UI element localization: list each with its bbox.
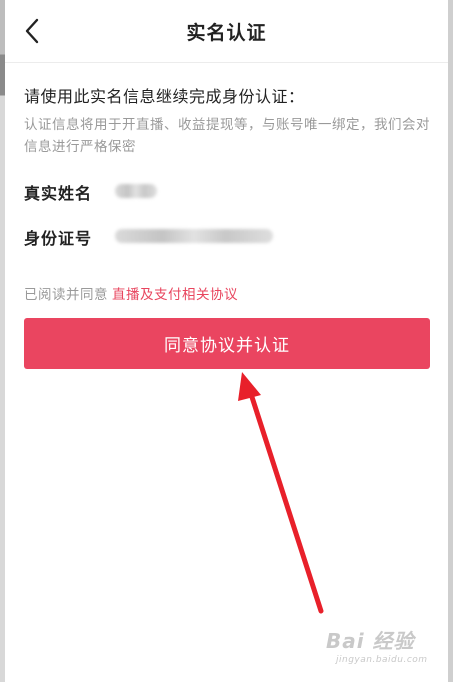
agreement-prefix: 已阅读并同意 xyxy=(24,287,108,303)
baidu-jingyan-watermark: Bai 经验 jingyan.baidu.com xyxy=(326,625,427,665)
agree-and-verify-button[interactable]: 同意协议并认证 xyxy=(24,318,430,369)
id-number-value-blurred xyxy=(115,229,273,243)
watermark-main-text: Bai 经验 xyxy=(326,629,415,653)
header-divider xyxy=(5,62,448,63)
watermark-url-text: jingyan.baidu.com xyxy=(336,655,428,665)
right-background-edge xyxy=(448,0,453,682)
intro-heading: 请使用此实名信息继续完成身份认证： xyxy=(24,87,305,106)
id-number-label: 身份证号 xyxy=(24,229,93,248)
agreement-link[interactable]: 直播及支付相关协议 xyxy=(112,287,238,303)
agreement-line: 已阅读并同意 直播及支付相关协议 xyxy=(24,283,238,303)
real-name-value-blurred xyxy=(115,184,157,198)
real-name-label: 真实姓名 xyxy=(24,184,93,203)
page-title: 实名认证 xyxy=(186,22,267,44)
phone-screen: 实名认证 请使用此实名信息继续完成身份认证： 认证信息将用于开直播、收益提现等，… xyxy=(5,0,448,682)
navigation-bar: 实名认证 xyxy=(5,0,448,62)
intro-description: 认证信息将用于开直播、收益提现等，与账号唯一绑定，我们会对信息进行严格保密 xyxy=(24,117,430,155)
